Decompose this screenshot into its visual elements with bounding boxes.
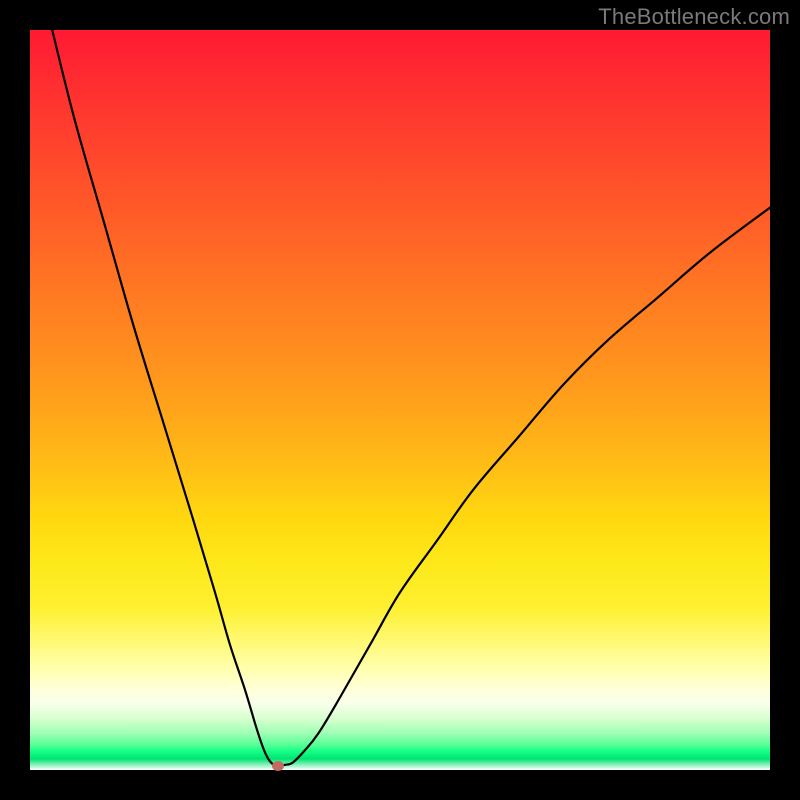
- chart-frame: TheBottleneck.com: [0, 0, 800, 800]
- chart-plot-area: [30, 30, 770, 770]
- bottleneck-curve: [30, 30, 770, 770]
- optimum-marker: [272, 761, 284, 771]
- curve-path: [52, 30, 770, 766]
- watermark-text: TheBottleneck.com: [598, 4, 790, 30]
